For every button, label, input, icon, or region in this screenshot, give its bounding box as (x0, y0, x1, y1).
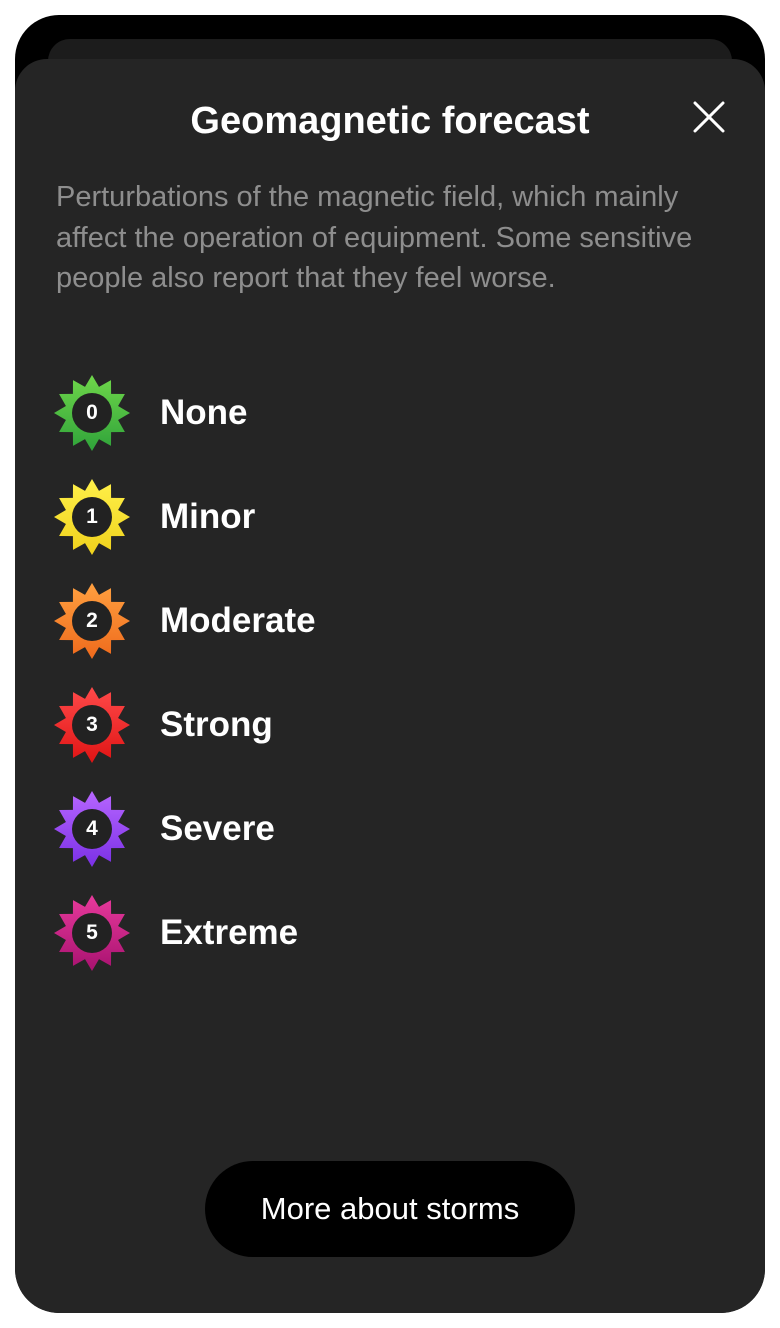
level-number: 1 (86, 505, 98, 528)
sun-badge-icon: 2 (53, 582, 131, 660)
forecast-sheet: Geomagnetic forecast Perturbations of th… (15, 59, 765, 1313)
level-number: 0 (86, 401, 98, 424)
level-item-none: 0 None (53, 365, 713, 469)
description-text: Perturbations of the magnetic field, whi… (56, 181, 693, 294)
level-label: Severe (160, 809, 275, 848)
sun-badge-icon: 0 (53, 374, 131, 452)
storm-level-list: 0 None 1 Minor 2 Moderate 3 Strong 4 Sev… (53, 365, 713, 989)
phone-frame: Geomagnetic forecast Perturbations of th… (15, 15, 765, 1313)
sun-badge-icon: 5 (53, 894, 131, 972)
close-button[interactable] (685, 93, 733, 141)
level-label: Strong (160, 705, 273, 744)
level-label: Minor (160, 497, 256, 536)
level-item-extreme: 5 Extreme (53, 885, 713, 989)
level-label: Extreme (160, 913, 299, 952)
level-label: Moderate (160, 601, 316, 640)
level-number: 5 (86, 921, 98, 944)
level-item-moderate: 2 Moderate (53, 573, 713, 677)
level-number: 4 (86, 817, 98, 840)
sun-badge-icon: 1 (53, 478, 131, 556)
level-number: 2 (86, 609, 98, 632)
level-item-minor: 1 Minor (53, 469, 713, 573)
level-label: None (160, 393, 248, 432)
close-icon (693, 101, 725, 133)
level-item-severe: 4 Severe (53, 781, 713, 885)
level-number: 3 (86, 713, 98, 736)
sun-badge-icon: 3 (53, 686, 131, 764)
sun-badge-icon: 4 (53, 790, 131, 868)
sheet-title: Geomagnetic forecast (190, 100, 590, 142)
level-item-strong: 3 Strong (53, 677, 713, 781)
more-about-storms-button[interactable]: More about storms (205, 1161, 575, 1257)
